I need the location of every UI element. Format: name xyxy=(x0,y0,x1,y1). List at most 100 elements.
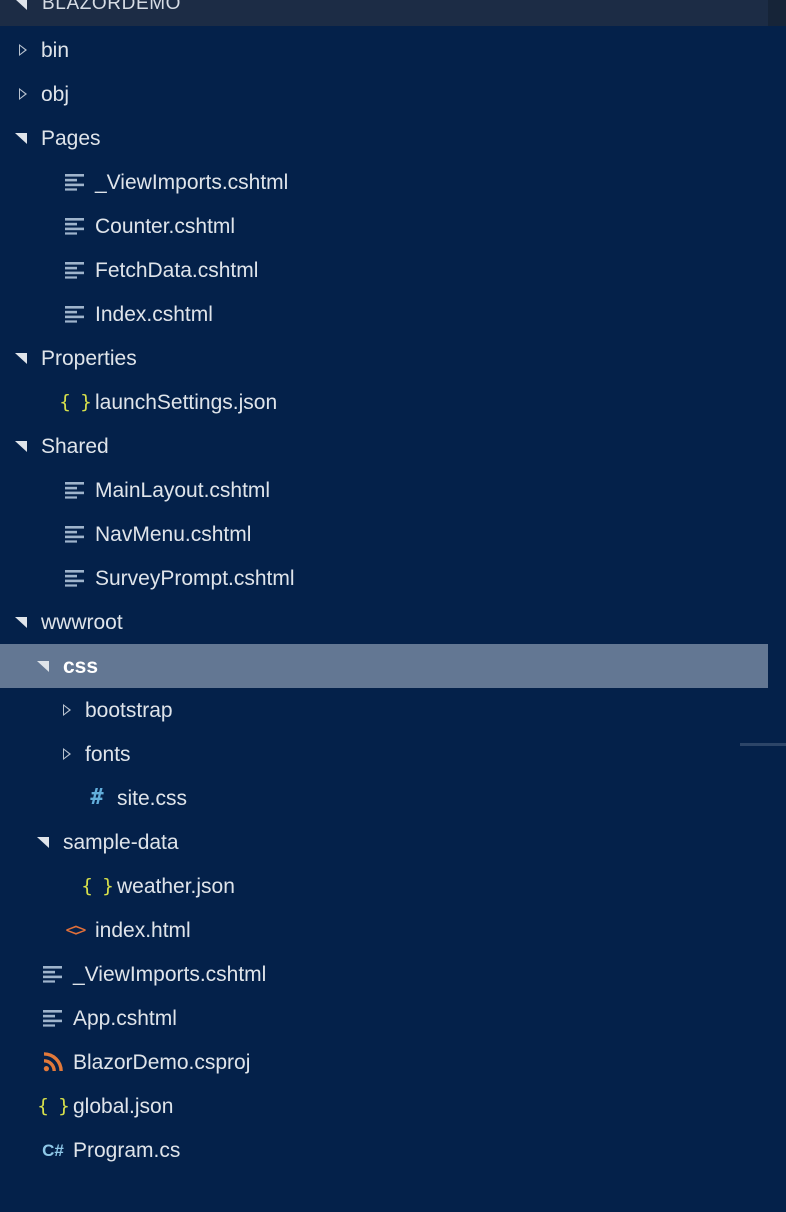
tree-item-pages[interactable]: Pages xyxy=(0,116,768,160)
chevron-right-icon[interactable] xyxy=(14,85,32,103)
chevron-right-icon[interactable] xyxy=(14,41,32,59)
tree-item-label: bootstrap xyxy=(85,698,173,722)
tree-item-label: _ViewImports.cshtml xyxy=(73,962,267,986)
tree-item-label: NavMenu.cshtml xyxy=(95,522,252,546)
file-tree: bin obj Pages _ViewImports.cshtml Counter.cs… xyxy=(0,28,768,1172)
tree-item-blazordemo-csproj[interactable]: BlazorDemo.csproj xyxy=(0,1040,768,1084)
chevron-down-icon[interactable] xyxy=(36,833,54,851)
json-file-icon: { } xyxy=(37,1094,69,1117)
project-title: BLAZORDEMO xyxy=(42,0,182,14)
tree-item-index-html[interactable]: <> index.html xyxy=(0,908,768,952)
tree-item-program-cs[interactable]: C# Program.cs xyxy=(0,1128,768,1172)
chevron-right-icon[interactable] xyxy=(58,745,76,763)
tree-item-label: css xyxy=(63,654,99,678)
tree-item-navmenu-cshtml[interactable]: NavMenu.cshtml xyxy=(0,512,768,556)
tree-item-properties[interactable]: Properties xyxy=(0,336,768,380)
chevron-down-icon[interactable] xyxy=(14,613,32,631)
tree-item-label: Pages xyxy=(41,126,101,150)
css-file-icon: # xyxy=(90,785,104,810)
chevron-down-icon[interactable] xyxy=(14,129,32,147)
chevron-down-icon[interactable] xyxy=(14,437,32,455)
razor-file-icon xyxy=(63,215,87,237)
tree-item-launchsettings-json[interactable]: { } launchSettings.json xyxy=(0,380,768,424)
tree-item-label: sample-data xyxy=(63,830,179,854)
tree-item-label: BlazorDemo.csproj xyxy=(73,1050,251,1074)
tree-item-weather-json[interactable]: { } weather.json xyxy=(0,864,768,908)
tree-item-fetchdata-cshtml[interactable]: FetchData.cshtml xyxy=(0,248,768,292)
tree-item-wwwroot[interactable]: wwwroot xyxy=(0,600,768,644)
razor-file-icon xyxy=(41,1007,65,1029)
tree-item-app-cshtml[interactable]: App.cshtml xyxy=(0,996,768,1040)
razor-file-icon xyxy=(63,171,87,193)
razor-file-icon xyxy=(63,479,87,501)
tree-item-label: _ViewImports.cshtml xyxy=(95,170,289,194)
json-file-icon: { } xyxy=(59,390,91,413)
tree-item-surveyprompt-cshtml[interactable]: SurveyPrompt.cshtml xyxy=(0,556,768,600)
chevron-down-icon[interactable] xyxy=(14,0,32,13)
html-file-icon: <> xyxy=(65,918,87,941)
chevron-down-icon[interactable] xyxy=(14,349,32,367)
razor-file-icon xyxy=(41,963,65,985)
tree-item-mainlayout-cshtml[interactable]: MainLayout.cshtml xyxy=(0,468,768,512)
tree-item-label: bin xyxy=(41,38,70,62)
razor-file-icon xyxy=(63,303,87,325)
tree-item-label: App.cshtml xyxy=(73,1006,177,1030)
csharp-file-icon: C# xyxy=(42,1140,64,1160)
tree-item-label: Index.cshtml xyxy=(95,302,213,326)
tree-item-index-cshtml[interactable]: Index.cshtml xyxy=(0,292,768,336)
chevron-right-icon[interactable] xyxy=(58,701,76,719)
tree-item-css[interactable]: css xyxy=(0,644,768,688)
tree-item-viewimports-cshtml[interactable]: _ViewImports.cshtml xyxy=(0,160,768,204)
razor-file-icon xyxy=(63,567,87,589)
right-gutter xyxy=(768,0,786,1212)
json-file-icon: { } xyxy=(81,874,113,897)
tree-item-label: index.html xyxy=(95,918,191,942)
tree-item-label: Counter.cshtml xyxy=(95,214,236,238)
tree-item-label: MainLayout.cshtml xyxy=(95,478,271,502)
tree-item-label: Shared xyxy=(41,434,109,458)
tree-item-site-css[interactable]: # site.css xyxy=(0,776,768,820)
tree-item-counter-cshtml[interactable]: Counter.cshtml xyxy=(0,204,768,248)
tree-item-bin[interactable]: bin xyxy=(0,28,768,72)
tree-item-label: Properties xyxy=(41,346,137,370)
tree-item-global-json[interactable]: { } global.json xyxy=(0,1084,768,1128)
file-explorer-panel: BLAZORDEMO bin obj Pages _ViewImports.cshtm… xyxy=(0,0,786,1212)
tree-item-label: FetchData.cshtml xyxy=(95,258,259,282)
csproj-file-icon xyxy=(41,1051,65,1073)
tree-item-label: weather.json xyxy=(117,874,235,898)
tree-item-obj[interactable]: obj xyxy=(0,72,768,116)
tree-item-label: fonts xyxy=(85,742,131,766)
tree-item-shared[interactable]: Shared xyxy=(0,424,768,468)
header-gutter xyxy=(768,0,786,26)
tree-item-label: site.css xyxy=(117,786,188,810)
tree-item-label: wwwroot xyxy=(41,610,123,634)
tree-item-fonts[interactable]: fonts xyxy=(0,732,768,776)
razor-file-icon xyxy=(63,259,87,281)
razor-file-icon xyxy=(63,523,87,545)
tree-item-label: launchSettings.json xyxy=(95,390,278,414)
tree-item-label: global.json xyxy=(73,1094,174,1118)
project-header-row[interactable]: BLAZORDEMO xyxy=(0,0,768,26)
tree-item-viewimports-cshtml[interactable]: _ViewImports.cshtml xyxy=(0,952,768,996)
scrollbar-thumb[interactable] xyxy=(740,743,786,746)
tree-item-label: obj xyxy=(41,82,70,106)
chevron-down-icon[interactable] xyxy=(36,657,54,675)
tree-item-sample-data[interactable]: sample-data xyxy=(0,820,768,864)
tree-item-bootstrap[interactable]: bootstrap xyxy=(0,688,768,732)
